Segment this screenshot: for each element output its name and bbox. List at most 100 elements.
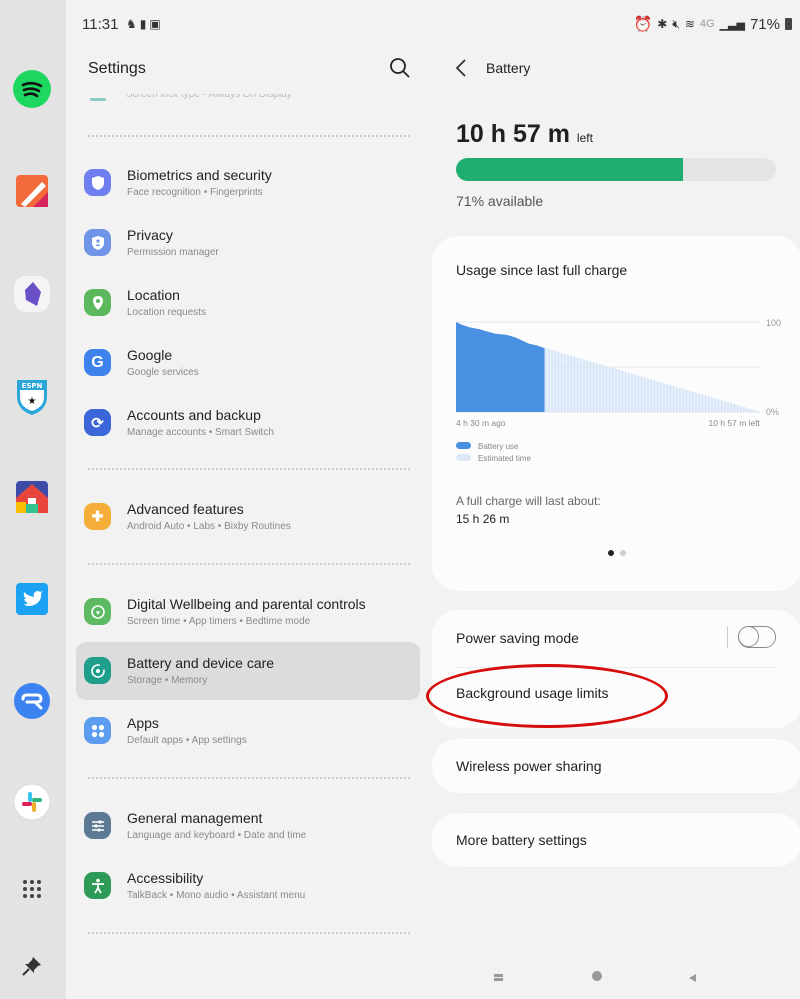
page-title: Battery — [486, 60, 531, 76]
slack-icon[interactable] — [13, 783, 51, 821]
estimated-time-bar — [752, 409, 755, 412]
estimated-time-bar — [646, 378, 650, 412]
settings-item-advanced-features[interactable]: ✚ Advanced features Android Auto • Labs … — [76, 488, 420, 546]
network-type: 4G — [699, 18, 715, 30]
estimated-time-bar — [582, 359, 586, 412]
estimated-time-bar — [627, 372, 631, 412]
page-indicator[interactable] — [608, 550, 626, 556]
estimated-time-bar — [682, 388, 685, 412]
sliders-icon — [84, 812, 111, 839]
power-saving-toggle[interactable] — [738, 626, 776, 648]
svg-text:♥: ♥ — [95, 610, 99, 617]
settings-item-digital-wellbeing[interactable]: ♥ Digital Wellbeing and parental control… — [76, 583, 420, 641]
estimated-time-bar — [595, 363, 599, 412]
estimated-time-bar — [630, 373, 634, 412]
settings-item-accessibility[interactable]: Accessibility TalkBack • Mono audio • As… — [76, 857, 420, 915]
home-icon[interactable] — [591, 970, 603, 988]
google-home-icon[interactable] — [13, 478, 51, 516]
settings-item-battery-device-care[interactable]: Battery and device care Storage • Memory — [76, 642, 420, 700]
divider — [88, 563, 410, 565]
settings-item-privacy[interactable]: Privacy Permission manager — [76, 214, 420, 272]
estimated-time-bar — [544, 348, 547, 412]
time-left: 10 h 57 m left — [456, 120, 593, 149]
espn-icon[interactable]: ESPN ★ — [13, 377, 51, 415]
estimated-time-bar — [614, 369, 618, 412]
back-triangle-icon[interactable] — [688, 970, 698, 988]
highlight-annotation — [426, 664, 668, 728]
page-dot[interactable] — [620, 550, 626, 556]
wifi-icon: ≋ — [684, 17, 695, 31]
estimated-time-bar — [634, 374, 637, 412]
power-saving-label[interactable]: Power saving mode — [456, 630, 579, 646]
item-title: General management — [127, 810, 263, 826]
item-title: Battery and device care — [127, 655, 275, 671]
estimated-time-bar — [672, 386, 675, 412]
settings-item-biometrics[interactable]: Biometrics and security Face recognition… — [76, 154, 420, 212]
time-left-value: 10 h 57 m — [456, 120, 570, 148]
wireless-sharing-card[interactable]: Wireless power sharing — [432, 739, 800, 793]
relay-icon[interactable] — [13, 682, 51, 720]
mute-icon: 🔇︎ — [672, 16, 680, 31]
usage-card[interactable]: Usage since last full charge 100 0% 4 h … — [432, 236, 800, 591]
alarm-icon: ⏰ — [633, 16, 653, 33]
taskbar: ESPN ★ — [0, 0, 66, 999]
estimated-time-bar — [733, 404, 736, 412]
pin-icon[interactable] — [13, 947, 51, 985]
search-icon[interactable] — [388, 56, 412, 80]
estimated-time-bar — [723, 401, 727, 412]
spotify-icon[interactable] — [13, 70, 51, 108]
wellbeing-heart-icon: ♥ — [84, 598, 111, 625]
estimated-time-bar — [714, 398, 717, 412]
svg-text:ESPN: ESPN — [22, 382, 43, 390]
back-arrow-icon[interactable] — [454, 58, 468, 78]
estimated-time-bar — [701, 394, 704, 412]
estimated-time-bar — [643, 377, 647, 412]
estimated-time-bar — [589, 361, 592, 412]
notes-icon[interactable] — [13, 172, 51, 210]
estimated-time-bar — [698, 393, 701, 412]
estimated-time-bar — [755, 410, 759, 412]
estimated-time-bar — [730, 403, 733, 412]
settings-item-apps[interactable]: Apps Default apps • App settings — [76, 702, 420, 760]
recents-icon[interactable] — [494, 970, 504, 988]
settings-item-google[interactable]: G Google Google services — [76, 334, 420, 392]
shield-icon — [84, 169, 111, 196]
estimated-time-bar — [560, 352, 563, 412]
time-left-suffix: left — [576, 131, 593, 145]
estimated-time-bar — [694, 392, 698, 412]
estimated-time-bar — [573, 356, 576, 412]
privacy-shield-icon — [84, 229, 111, 256]
lock-screen-icon — [90, 98, 106, 101]
grid-icon[interactable] — [13, 870, 51, 908]
gear-plus-icon: ✚ — [84, 503, 111, 530]
svg-text:★: ★ — [28, 396, 37, 407]
more-battery-settings[interactable]: More battery settings — [456, 832, 587, 848]
x-end-label: 10 h 57 m left — [708, 418, 760, 428]
settings-item-accounts[interactable]: ⟳ Accounts and backup Manage accounts • … — [76, 394, 420, 452]
estimated-time-bar — [563, 353, 567, 412]
settings-item-location[interactable]: Location Location requests — [76, 274, 420, 332]
estimated-time-bar — [678, 388, 682, 412]
twitter-icon[interactable] — [13, 580, 51, 618]
estimated-time-bar — [618, 369, 621, 412]
estimated-time-bar — [656, 381, 659, 412]
more-settings-card[interactable]: More battery settings — [432, 813, 800, 867]
estimated-time-bar — [598, 364, 602, 412]
item-subtitle: Language and keyboard • Date and time — [127, 830, 307, 841]
estimated-time-bar — [621, 370, 624, 412]
apps-grid-icon — [84, 717, 111, 744]
estimated-time-bar — [624, 371, 627, 412]
page-dot-active[interactable] — [608, 550, 614, 556]
item-title: Apps — [127, 715, 159, 731]
obsidian-icon[interactable] — [13, 275, 51, 313]
wireless-power-sharing[interactable]: Wireless power sharing — [456, 758, 602, 774]
battery-level-bar — [456, 158, 776, 181]
estimated-time-bar — [566, 354, 570, 412]
navigation-bar — [430, 967, 800, 987]
settings-item-general-management[interactable]: General management Language and keyboard… — [76, 797, 420, 855]
battery-percent: 71% — [749, 15, 780, 33]
usage-chart: 100 0% 4 h 30 m ago 10 h 57 m left Batte… — [456, 318, 781, 463]
battery-icon — [785, 18, 792, 30]
item-title: Google — [127, 347, 173, 363]
legend-swatch-estimated — [456, 454, 471, 461]
